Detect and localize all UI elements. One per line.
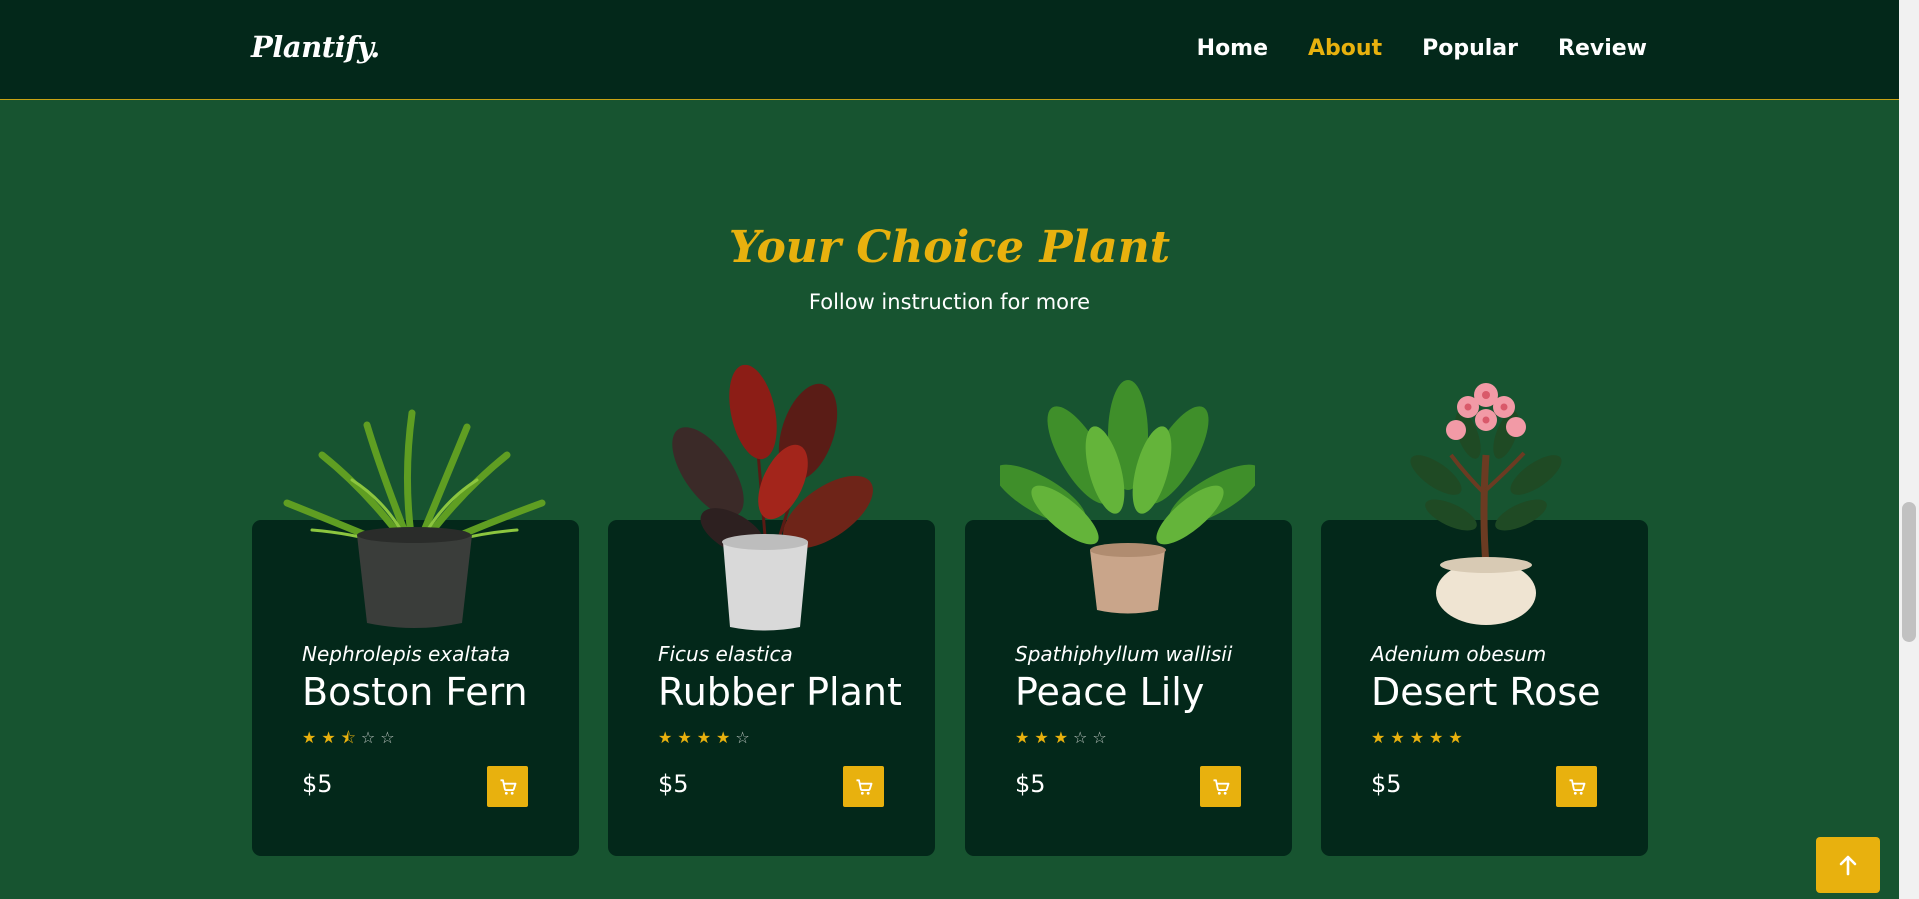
section-title: Your Choice Plant [728,222,1171,273]
product-card: Adenium obesum Desert Rose ★ ★ ★ ★ ★ $5 [1321,383,1648,856]
star-full-icon: ★ [677,728,692,747]
scientific-name: Spathiphyllum wallisii [1015,642,1233,666]
star-half-icon: ⯪ [340,728,356,747]
page-scrollbar[interactable] [1899,0,1919,899]
price: $5 [302,770,333,798]
rubber-plant-image [672,364,873,631]
star-full-icon: ★ [1429,728,1444,747]
cart-icon [1569,778,1585,795]
star-full-icon: ★ [1371,728,1386,747]
star-full-icon: ★ [658,728,673,747]
star-full-icon: ★ [302,728,317,747]
plant-name: Peace Lily [1015,670,1205,714]
desert-rose-image [1410,383,1562,625]
scientific-name: Adenium obesum [1371,642,1547,666]
star-empty-icon: ☆ [1092,728,1107,747]
star-full-icon: ★ [716,728,731,747]
price: $5 [1015,770,1046,798]
scroll-to-top-button[interactable] [1816,837,1880,893]
nav-popular[interactable]: Popular [1422,36,1518,61]
star-full-icon: ★ [1390,728,1405,747]
star-empty-icon: ☆ [380,728,395,747]
peace-lily-image [1000,380,1255,614]
cart-icon [500,778,516,795]
star-full-icon: ★ [1015,728,1030,747]
cart-icon [1213,778,1229,795]
star-empty-icon: ☆ [360,728,376,747]
scrollbar-thumb[interactable] [1902,502,1916,642]
product-card: Spathiphyllum wallisii Peace Lily ★ ★ ★ … [965,380,1292,856]
cart-icon [856,778,872,795]
add-to-cart-button[interactable] [1556,766,1597,807]
main-nav: Home About Popular Review [1197,36,1647,61]
star-full-icon: ★ [1053,728,1069,747]
add-to-cart-button[interactable] [487,766,528,807]
star-full-icon: ★ [1034,728,1049,747]
star-full-icon: ★ [321,728,336,747]
arrow-up-icon [1839,855,1857,876]
star-full-icon: ★ [1448,728,1463,747]
rating-stars: ★ ★ ★ ★ ★ [1371,730,1463,746]
nav-review[interactable]: Review [1558,36,1647,61]
product-card: Ficus elastica Rubber Plant ★ ★ ★ ★ ☆ $5 [608,364,935,856]
add-to-cart-button[interactable] [1200,766,1241,807]
star-full-icon: ★ [696,728,712,747]
rating-stars: ★ ★ ★ ★ ☆ [658,730,750,746]
plant-name: Rubber Plant [658,670,902,714]
fern-plant-image [283,409,546,628]
price: $5 [658,770,689,798]
section-subtitle: Follow instruction for more [808,290,1091,314]
nav-home[interactable]: Home [1197,36,1268,61]
product-card: Nephrolepis exaltata Boston Fern ★ ★ ⯪ ☆… [252,409,579,856]
logo[interactable]: Plantify. [251,30,380,64]
scientific-name: Ficus elastica [658,642,793,666]
rating-stars: ★ ★ ⯪ ☆ ☆ [302,730,395,746]
site-header: Plantify. Home About Popular Review [0,0,1899,100]
plant-name: Boston Fern [302,670,528,714]
nav-about[interactable]: About [1308,36,1382,61]
rating-stars: ★ ★ ★ ☆ ☆ [1015,730,1107,746]
plant-name: Desert Rose [1371,670,1601,714]
star-full-icon: ★ [1409,728,1425,747]
star-empty-icon: ☆ [1073,728,1088,747]
add-to-cart-button[interactable] [843,766,884,807]
star-empty-icon: ☆ [735,728,750,747]
scientific-name: Nephrolepis exaltata [302,642,511,666]
price: $5 [1371,770,1402,798]
